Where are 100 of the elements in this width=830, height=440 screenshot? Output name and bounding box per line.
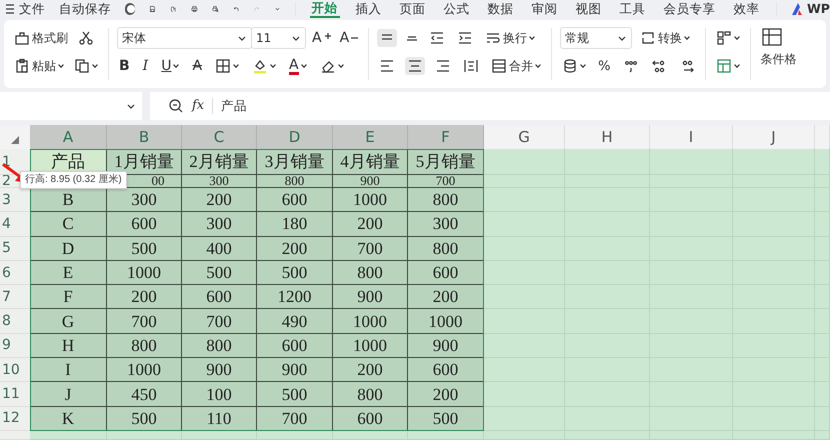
ribbon-tab[interactable]: 会员专享 xyxy=(662,1,718,17)
column-header[interactable]: G xyxy=(484,125,565,149)
row-header[interactable]: 8 xyxy=(0,309,30,334)
table-cell: 200 xyxy=(182,188,257,212)
underline-button[interactable]: U xyxy=(159,58,182,74)
number-format-select[interactable]: 常规 xyxy=(560,27,632,49)
select-all-icon[interactable] xyxy=(10,135,20,145)
table-cell: 800 xyxy=(257,175,333,188)
table-cell: 900 xyxy=(333,285,408,310)
table-cell: F xyxy=(30,285,107,310)
align-top-button[interactable] xyxy=(377,29,398,47)
convert-button[interactable]: 转换 xyxy=(638,29,692,47)
table-cell: 500 xyxy=(182,260,257,286)
font-color-button[interactable]: A xyxy=(287,56,309,76)
caret-icon xyxy=(684,36,690,40)
table-cell: 700 xyxy=(182,309,257,334)
caret-icon xyxy=(300,64,307,68)
table-cell: I xyxy=(30,358,107,382)
row-header[interactable]: 12 xyxy=(0,406,30,431)
caret-icon xyxy=(580,64,586,68)
strikethrough-button[interactable]: A xyxy=(190,58,204,74)
column-header[interactable]: J xyxy=(733,125,815,149)
file-menu[interactable]: 文件 xyxy=(4,1,45,17)
caret-icon xyxy=(338,64,344,68)
table-cell: 300 xyxy=(408,212,484,237)
ribbon-tab[interactable]: 开始 xyxy=(310,0,340,18)
table-cell: 600 xyxy=(408,260,484,286)
outdent-icon xyxy=(429,30,446,46)
table-cell: H xyxy=(30,334,107,358)
ribbon-tab[interactable]: 插入 xyxy=(354,1,384,17)
table-cell: 5月销量 xyxy=(408,149,484,175)
grow-font-button[interactable]: A xyxy=(310,30,334,46)
formula-field[interactable]: fx 产品 xyxy=(150,92,830,120)
table-icon xyxy=(716,58,732,74)
table-cell: 1000 xyxy=(408,309,484,334)
row-header[interactable]: 11 xyxy=(0,382,30,407)
table-cell: 900 xyxy=(257,358,333,382)
indent-icon xyxy=(457,30,474,46)
row-header[interactable]: 5 xyxy=(0,236,30,261)
autosave-toggle[interactable] xyxy=(125,3,136,15)
table-cell: D xyxy=(30,236,107,261)
table-cell: 600 xyxy=(182,285,257,310)
caret-icon xyxy=(734,64,740,68)
ribbon-tab[interactable]: 公式 xyxy=(442,1,472,17)
align-right-icon xyxy=(435,58,452,74)
conditional-format-button[interactable]: 条件格 xyxy=(758,26,799,66)
ribbon-tab[interactable]: 视图 xyxy=(574,1,604,17)
font-select[interactable]: 宋体 xyxy=(117,27,252,49)
percent-button[interactable]: % xyxy=(596,58,613,74)
table-cell: 700 xyxy=(333,236,408,261)
row-header[interactable]: 9 xyxy=(0,334,30,358)
table-cell: 800 xyxy=(107,334,182,358)
table-cell: 200 xyxy=(333,358,408,382)
convert-icon xyxy=(640,30,656,46)
row-header[interactable]: 4 xyxy=(0,212,30,237)
table-cell: 500 xyxy=(257,260,333,286)
table-cell: 500 xyxy=(107,406,182,431)
shrink-font-button[interactable]: A xyxy=(338,30,360,46)
table-cell: 450 xyxy=(107,382,182,407)
ribbon-tab[interactable]: 数据 xyxy=(486,1,516,17)
ribbon-tab[interactable]: 工具 xyxy=(618,1,648,17)
table-cell: K xyxy=(30,406,107,431)
table-cell: 900 xyxy=(408,334,484,358)
column-header[interactable]: I xyxy=(650,125,733,149)
row-header[interactable]: 3 xyxy=(0,188,30,212)
merge-button[interactable]: 合并 xyxy=(489,57,544,75)
table-cell: 1000 xyxy=(333,188,408,212)
ribbon-tab[interactable]: 页面 xyxy=(398,1,428,17)
caret-icon xyxy=(233,64,240,68)
bold-button[interactable]: B xyxy=(117,58,132,74)
table-cell: 4月销量 xyxy=(333,149,408,175)
table-cell: 1200 xyxy=(257,285,333,310)
align-center-button[interactable] xyxy=(405,57,426,75)
coins-icon xyxy=(562,58,578,74)
table-cell: 400 xyxy=(182,236,257,261)
row-header[interactable]: 7 xyxy=(0,285,30,310)
distribute-icon xyxy=(463,58,480,74)
align-middle-button[interactable] xyxy=(405,34,420,42)
table-cell: 800 xyxy=(333,260,408,286)
table-cell: 300 xyxy=(182,175,257,188)
row-height-tooltip: 行高: 8.95 (0.32 厘米) xyxy=(20,171,127,189)
increase-decimal-icon xyxy=(650,58,667,74)
table-cell: 110 xyxy=(182,406,257,431)
table-cell: 600 xyxy=(257,334,333,358)
row-header[interactable]: 6 xyxy=(0,260,30,286)
brand-button[interactable]: WP xyxy=(790,1,830,17)
font-size-select[interactable]: 11 xyxy=(251,27,306,49)
align-left-icon xyxy=(379,58,396,74)
ribbon-tab[interactable]: 效率 xyxy=(732,1,762,17)
paste-button[interactable]: 粘贴 xyxy=(12,57,66,75)
italic-button[interactable]: I xyxy=(140,58,150,74)
column-header[interactable]: H xyxy=(565,125,650,149)
format-painter-button[interactable]: 格式刷 xyxy=(12,29,70,47)
row-header[interactable]: 10 xyxy=(0,358,30,382)
ribbon-tab[interactable]: 审阅 xyxy=(530,1,560,17)
wrap-text-button[interactable]: 换行 xyxy=(483,29,538,47)
table-cell: 900 xyxy=(333,175,408,188)
table-cell: 600 xyxy=(257,188,333,212)
table-cell: E xyxy=(30,260,107,286)
table-cell: 200 xyxy=(107,285,182,310)
